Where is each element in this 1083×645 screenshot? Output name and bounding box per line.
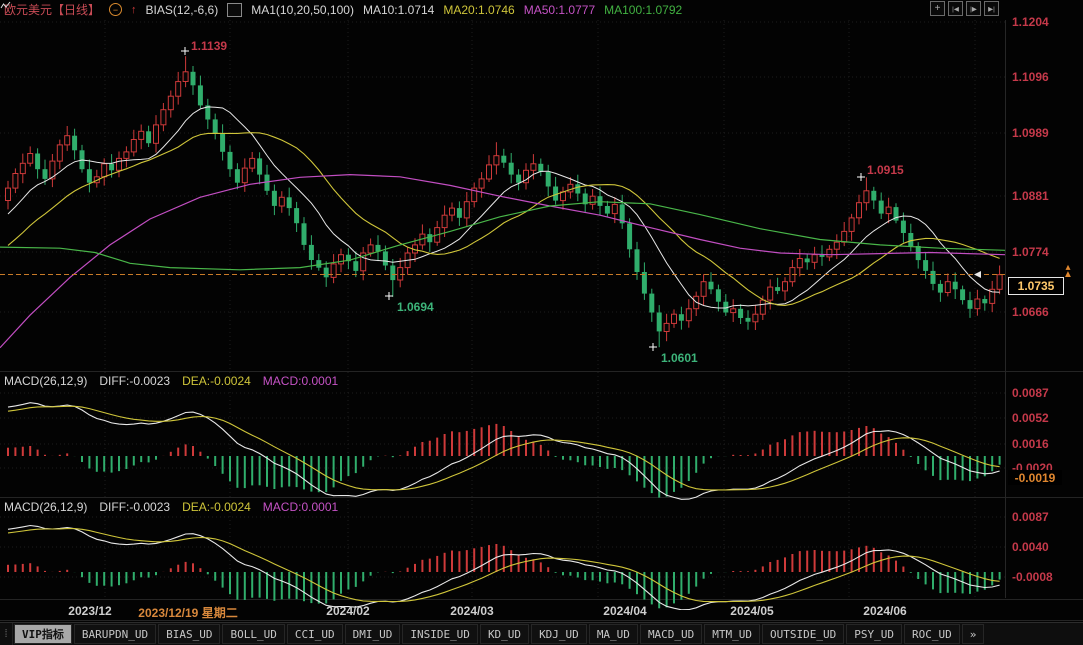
step-forward-icon[interactable]: |▶	[966, 1, 981, 16]
macd1-dea-value: DEA:-0.0024	[182, 374, 251, 388]
indicator-tab-roc_ud[interactable]: ROC_UD	[904, 624, 960, 644]
chart-header: 欧元美元【日线】 − ↑ BIAS(12,-6,6) MA1(10,20,50,…	[0, 0, 682, 19]
candlestick-chart-canvas[interactable]	[0, 0, 1083, 645]
date-axis-label: 2024/05	[730, 604, 773, 618]
crosshair-move-icon[interactable]: +	[930, 1, 945, 16]
macd2-axis-label: 0.0040	[1012, 540, 1049, 554]
macd2-title: MACD(26,12,9)	[4, 500, 87, 514]
indicator-tab-boll_ud[interactable]: BOLL_UD	[222, 624, 284, 644]
macd1-diff-value: DIFF:-0.0023	[99, 374, 170, 388]
trend-up-arrow-icon: ↑	[131, 4, 137, 16]
date-axis-label: 2024/04	[603, 604, 646, 618]
price-axis-label: 1.0666	[1012, 305, 1049, 319]
indicator-tab-dmi_ud[interactable]: DMI_UD	[345, 624, 401, 644]
ma50-value: MA50:1.0777	[524, 3, 595, 17]
indicator-tab-kdj_ud[interactable]: KDJ_UD	[531, 624, 587, 644]
ma100-value: MA100:1.0792	[604, 3, 682, 17]
date-axis-label: 2024/06	[863, 604, 906, 618]
zoom-out-icon[interactable]: −	[109, 3, 122, 16]
ma10-value: MA10:1.0714	[363, 3, 434, 17]
price-extreme-annotation: 1.0601	[661, 351, 698, 365]
indicator-tab-bias_ud[interactable]: BIAS_UD	[158, 624, 220, 644]
price-axis-label: 1.0881	[1012, 189, 1049, 203]
date-axis-label: 2024/03	[450, 604, 493, 618]
price-axis-label: 1.0774	[1012, 245, 1049, 259]
indicator-tab-psy_ud[interactable]: PSY_UD	[846, 624, 902, 644]
date-axis-label: 2024/02	[326, 604, 369, 618]
macd2-axis-label: 0.0087	[1012, 510, 1049, 524]
indicator-tab-outside_ud[interactable]: OUTSIDE_UD	[762, 624, 844, 644]
chart-window-controls: +|◀|▶▶|	[930, 1, 999, 16]
macd1-macd-value: MACD:0.0001	[263, 374, 338, 388]
ma20-value: MA20:1.0746	[443, 3, 514, 17]
price-extreme-annotation: 1.1139	[191, 39, 227, 53]
indicator-tab-inside_ud[interactable]: INSIDE_UD	[402, 624, 478, 644]
indicator-tab-ma_ud[interactable]: MA_UD	[589, 624, 638, 644]
macd1-header: MACD(26,12,9) DIFF:-0.0023 DEA:-0.0024 M…	[4, 374, 338, 388]
macd-latest-value-tag: -0.0019	[1008, 470, 1062, 485]
price-axis-label: 1.0989	[1012, 126, 1049, 140]
bias-indicator-label: BIAS(12,-6,6)	[146, 3, 219, 17]
indicator-tab-mtm_ud[interactable]: MTM_UD	[704, 624, 760, 644]
macd1-axis-label: 0.0052	[1012, 411, 1049, 425]
macd1-axis-label: 0.0016	[1012, 437, 1049, 451]
current-price-tag: 1.0735	[1008, 277, 1064, 295]
macd2-header: MACD(26,12,9) DIFF:-0.0023 DEA:-0.0024 M…	[4, 500, 338, 514]
goto-end-icon[interactable]: ▶|	[984, 1, 999, 16]
toolbar-handle[interactable]: ⁞	[0, 623, 13, 645]
indicator-tab-kd_ud[interactable]: KD_UD	[480, 624, 529, 644]
indicator-toolbar: ⁞ VIP指标BARUPDN_UDBIAS_UDBOLL_UDCCI_UDDMI…	[0, 622, 1083, 645]
indicator-tab-macd_ud[interactable]: MACD_UD	[640, 624, 702, 644]
price-extreme-annotation: 1.0915	[867, 163, 904, 177]
macd2-dea-value: DEA:-0.0024	[182, 500, 251, 514]
macd2-diff-value: DIFF:-0.0023	[99, 500, 170, 514]
indicator-tab-vip[interactable]: VIP指标	[14, 624, 72, 644]
price-axis-label: 1.1096	[1012, 70, 1049, 84]
indicator-tab-cci_ud[interactable]: CCI_UD	[287, 624, 343, 644]
macd2-axis-label: -0.0008	[1012, 570, 1053, 584]
indicator-tab-barupdn_ud[interactable]: BARUPDN_UD	[74, 624, 156, 644]
date-axis-label: 2023/12	[68, 604, 111, 618]
symbol-title: 欧元美元【日线】	[4, 1, 100, 18]
trading-terminal: 欧元美元【日线】 − ↑ BIAS(12,-6,6) MA1(10,20,50,…	[0, 0, 1083, 645]
price-extreme-annotation: 1.0694	[397, 300, 434, 314]
macd1-title: MACD(26,12,9)	[4, 374, 87, 388]
indicator-tab-[interactable]: »	[962, 624, 985, 644]
macd2-macd-value: MACD:0.0001	[263, 500, 338, 514]
price-axis-label: 1.1204	[1012, 15, 1049, 29]
line-chart-icon[interactable]	[227, 3, 242, 17]
date-axis-label: 2023/12/19 星期二	[138, 604, 237, 621]
macd1-axis-label: 0.0087	[1012, 386, 1049, 400]
ma-group-label: MA1(10,20,50,100)	[251, 3, 354, 17]
price-up-arrows-icon: ▴▲	[1063, 264, 1073, 278]
step-back-icon[interactable]: |◀	[948, 1, 963, 16]
